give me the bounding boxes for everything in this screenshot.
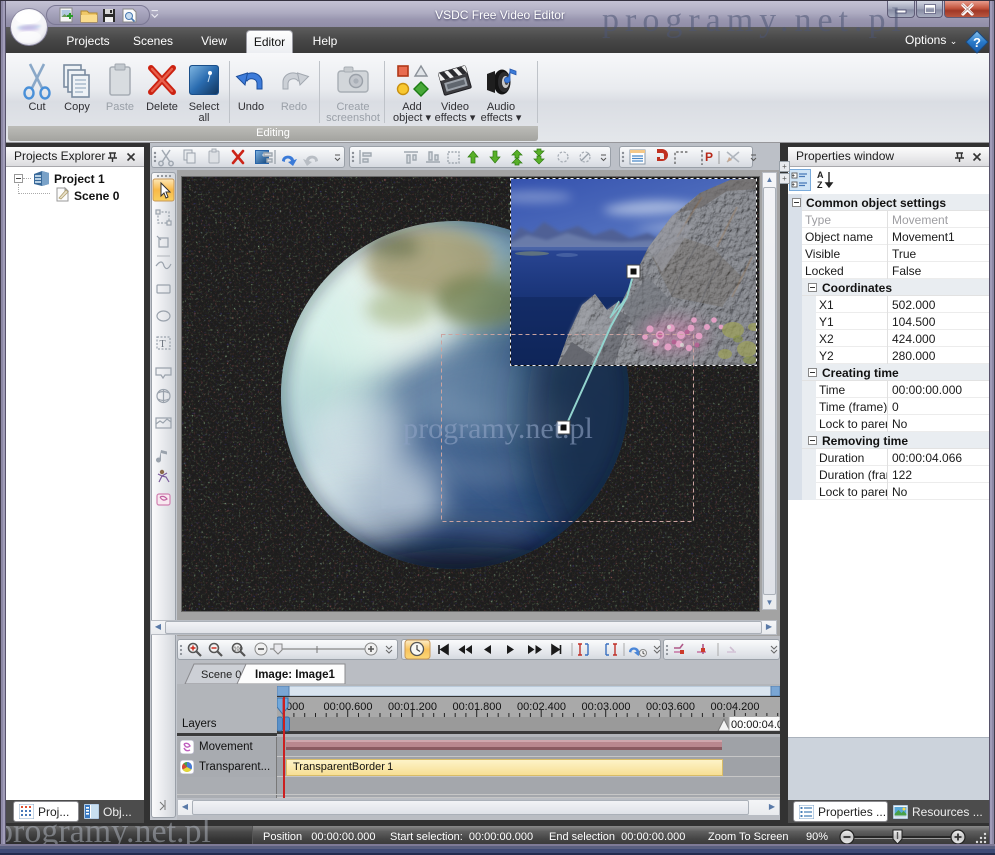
svg-text:?: ?	[973, 35, 981, 50]
svg-text:P: P	[705, 150, 713, 164]
svg-text:Z: Z	[817, 180, 823, 190]
svg-text:Image: Image1: Image: Image1	[255, 669, 335, 681]
svg-text:A: A	[817, 170, 824, 180]
svg-text:000: 000	[286, 701, 304, 713]
svg-text:programy.net.pl: programy.net.pl	[403, 412, 593, 445]
svg-text:00:00:04.0: 00:00:04.0	[731, 719, 780, 731]
svg-text:Scene 0: Scene 0	[201, 669, 241, 681]
svg-text:T: T	[160, 339, 166, 350]
svg-text:100: 100	[234, 647, 243, 653]
